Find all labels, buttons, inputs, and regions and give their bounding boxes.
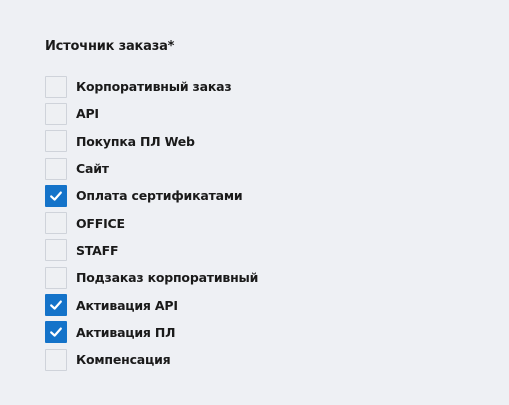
option-label: STAFF (76, 242, 119, 258)
order-source-option[interactable]: Оплата сертификатами (45, 182, 258, 209)
option-label: Подзаказ корпоративный (76, 270, 259, 286)
order-source-option[interactable]: API (45, 100, 258, 127)
checkbox[interactable] (45, 266, 67, 289)
checkbox[interactable] (45, 212, 67, 235)
option-label: Сайт (76, 161, 109, 177)
checkmark-icon (50, 300, 62, 310)
option-label: OFFICE (76, 215, 125, 231)
option-label: Активация ПЛ (76, 324, 176, 340)
checkbox[interactable] (45, 184, 67, 207)
checkbox[interactable] (45, 294, 67, 317)
checkbox[interactable] (45, 102, 67, 125)
option-label: Активация API (76, 297, 178, 313)
option-label: Оплата сертификатами (76, 188, 243, 204)
option-label: Покупка ПЛ Web (76, 133, 195, 149)
order-source-panel: Источник заказа* Корпоративный заказ API П… (0, 0, 509, 405)
order-source-option[interactable]: Сайт (45, 155, 258, 182)
order-source-option[interactable]: Активация API (45, 291, 258, 318)
order-source-option[interactable]: Подзаказ корпоративный (45, 264, 258, 291)
order-source-option[interactable]: Активация ПЛ (45, 319, 258, 346)
order-source-options: Корпоративный заказ API Покупка ПЛ Web Сайт… (45, 73, 258, 373)
order-source-option[interactable]: OFFICE (45, 209, 258, 236)
checkbox[interactable] (45, 239, 67, 262)
checkbox[interactable] (45, 130, 67, 153)
option-label: Компенсация (76, 352, 171, 368)
order-source-option[interactable]: Компенсация (45, 346, 258, 373)
checkbox[interactable] (45, 348, 67, 371)
order-source-title: Источник заказа* (45, 39, 175, 54)
checkbox[interactable] (45, 321, 67, 344)
checkbox[interactable] (45, 75, 67, 98)
checkmark-icon (50, 191, 62, 201)
order-source-option[interactable]: Корпоративный заказ (45, 73, 258, 100)
order-source-option[interactable]: STAFF (45, 237, 258, 264)
checkmark-icon (50, 327, 62, 338)
order-source-option[interactable]: Покупка ПЛ Web (45, 128, 258, 155)
option-label: Корпоративный заказ (76, 79, 232, 95)
checkbox[interactable] (45, 157, 67, 180)
option-label: API (76, 106, 99, 122)
